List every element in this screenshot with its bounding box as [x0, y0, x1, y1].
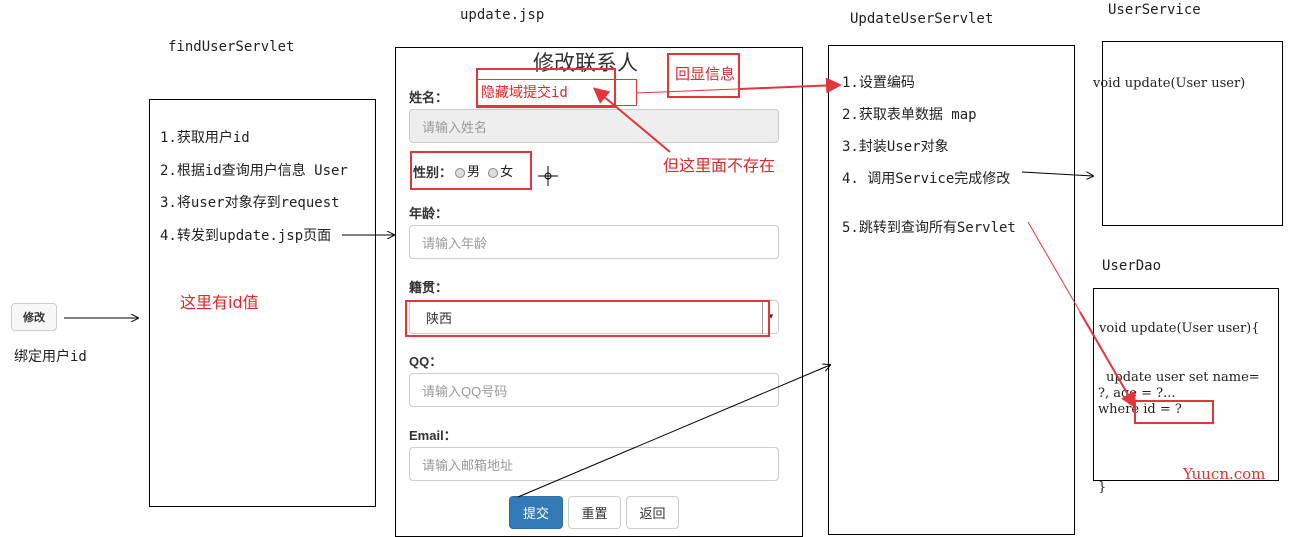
- email-input[interactable]: 请输入邮箱地址: [409, 447, 779, 481]
- dao-sql-line-1: update user set name=: [1106, 370, 1260, 385]
- hidden-field-highlight: [476, 68, 616, 108]
- find-step-1: 1.获取用户id: [160, 130, 250, 146]
- qq-label: QQ：: [409, 354, 443, 369]
- find-step-4: 4.转发到update.jsp页面: [160, 228, 332, 244]
- age-input[interactable]: 请输入年龄: [409, 225, 779, 259]
- reset-button[interactable]: 重置: [568, 496, 621, 529]
- service-method: void update(User user): [1093, 76, 1246, 91]
- watermark: Yuucn.com: [1183, 465, 1266, 483]
- find-step-3: 3.将user对象存到request: [160, 195, 340, 211]
- find-step-2: 2.根据id查询用户信息 User: [160, 163, 348, 179]
- back-button[interactable]: 返回: [626, 496, 679, 529]
- servlet-step-3: 3.封装User对象: [842, 139, 949, 155]
- dao-closing-brace: }: [1098, 480, 1107, 495]
- user-service-heading: UserService: [1108, 2, 1201, 18]
- user-service-box: [1102, 41, 1283, 226]
- gender-male-label: 男: [467, 165, 481, 180]
- submit-button[interactable]: 提交: [509, 496, 563, 529]
- name-label: 姓名：: [409, 90, 449, 105]
- edit-button[interactable]: 修改: [11, 303, 57, 331]
- email-label: Email：: [409, 428, 457, 443]
- update-jsp-heading: update.jsp: [460, 7, 545, 23]
- echo-note: 回显信息: [675, 65, 736, 83]
- gender-female-label: 女: [500, 165, 514, 180]
- bind-user-id-label: 绑定用户id: [14, 349, 87, 365]
- servlet-step-1: 1.设置编码: [842, 75, 915, 91]
- gender-options: 男 女: [455, 161, 513, 180]
- not-exist-note: 但这里面不存在: [663, 156, 776, 175]
- origin-highlight: [405, 300, 770, 337]
- servlet-step-2: 2.获取表单数据 map: [842, 107, 977, 123]
- dao-signature: void update(User user){: [1099, 321, 1260, 336]
- gender-male-radio[interactable]: [455, 167, 465, 178]
- qq-input[interactable]: 请输入QQ号码: [409, 373, 779, 407]
- update-user-servlet-heading: UpdateUserServlet: [850, 11, 994, 27]
- find-user-servlet-heading: findUserServlet: [168, 39, 295, 55]
- servlet-step-5: 5.跳转到查询所有Servlet: [842, 220, 1016, 236]
- user-dao-heading: UserDao: [1102, 258, 1162, 274]
- dao-sql-line-2: ?, age = ?...: [1098, 386, 1176, 401]
- age-label: 年龄：: [409, 206, 449, 221]
- gender-label: 性别：: [413, 165, 453, 180]
- origin-label: 籍贯：: [409, 280, 449, 295]
- servlet-step-4: 4. 调用Service完成修改: [842, 171, 1011, 187]
- where-id-highlight: [1134, 400, 1214, 424]
- name-input[interactable]: 请输入姓名: [409, 109, 779, 143]
- id-present-note: 这里有id值: [180, 293, 259, 312]
- gender-female-radio[interactable]: [488, 167, 499, 178]
